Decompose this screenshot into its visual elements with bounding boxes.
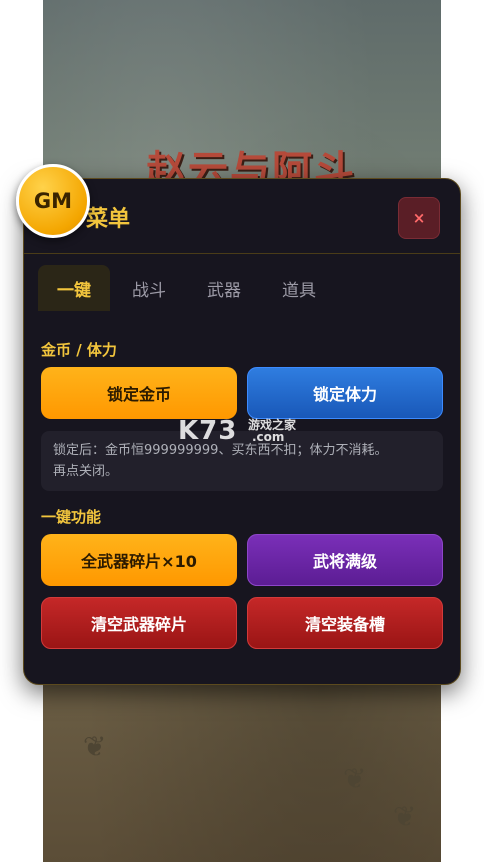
section-label-one-click: 一键功能: [41, 508, 102, 526]
section-label-currency: 金币 / 体力: [41, 341, 117, 359]
tab-battle[interactable]: 战斗: [113, 265, 185, 311]
lock-note: 锁定后：金币恒999999999、买东西不扣；体力不消耗。 再点关闭。: [41, 431, 443, 491]
tab-items[interactable]: 道具: [263, 265, 335, 311]
grass-decoration: ❦: [83, 730, 107, 763]
all-weapon-fragments-button[interactable]: 全武器碎片×10: [41, 534, 237, 586]
tab-weapons[interactable]: 武器: [188, 265, 260, 311]
close-button[interactable]: ×: [398, 197, 440, 239]
lock-gold-button[interactable]: 锁定金币: [41, 367, 237, 419]
clear-equip-slots-button[interactable]: 清空装备槽: [247, 597, 443, 649]
close-icon: ×: [412, 209, 426, 227]
gm-menu-panel: 菜单 × 一键 战斗 武器 道具 金币 / 体力 锁定金币 锁定体力 锁定后：金…: [23, 178, 461, 685]
tab-one-click[interactable]: 一键: [38, 265, 110, 311]
grass-decoration: ❦: [393, 800, 417, 833]
watermark-domain: .com: [252, 430, 285, 444]
lock-stamina-button[interactable]: 锁定体力: [247, 367, 443, 419]
panel-title: 菜单: [86, 207, 131, 232]
clear-weapon-fragments-button[interactable]: 清空武器碎片: [41, 597, 237, 649]
tab-bar: 一键 战斗 武器 道具: [38, 265, 338, 311]
watermark-logo: K73: [178, 416, 238, 446]
gm-badge-label: GM: [33, 189, 73, 213]
watermark: K73 游戏之家 .com: [178, 416, 296, 446]
lock-note-line1: 锁定后：金币恒999999999、买东西不扣；体力不消耗。: [53, 443, 388, 458]
general-max-level-button[interactable]: 武将满级: [247, 534, 443, 586]
gm-badge[interactable]: GM: [16, 164, 90, 238]
panel-header: 菜单 ×: [24, 179, 460, 254]
grass-decoration: ❦: [343, 762, 367, 795]
lock-note-line2: 再点关闭。: [53, 464, 119, 479]
